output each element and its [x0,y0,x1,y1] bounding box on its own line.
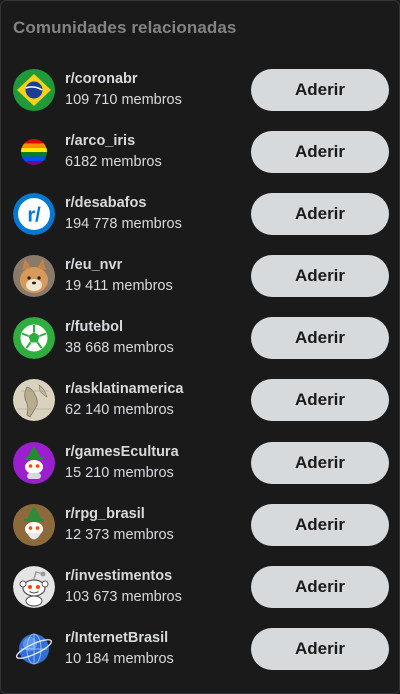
community-item[interactable]: r/gamesEcultura 15 210 membros Aderir [1,431,399,493]
old-map-icon[interactable] [13,379,55,422]
join-button[interactable]: Aderir [251,441,389,484]
community-name[interactable]: r/arco_iris [65,132,162,151]
member-count: 194 778 membros [65,216,182,233]
snoo-icon[interactable] [13,565,55,608]
member-count: 38 668 membros [65,340,174,357]
member-count: 109 710 membros [65,92,182,108]
community-item[interactable]: r/asklatinamerica 62 140 membros Aderir [1,368,399,430]
community-name[interactable]: r/gamesEcultura [65,443,179,462]
member-count: 10 184 membros [65,650,174,667]
shiba-dog-icon[interactable] [13,255,55,298]
community-item[interactable]: r/InternetBrasil 10 184 membros Aderir [1,617,399,679]
join-button[interactable]: Aderir [251,317,389,360]
join-button[interactable]: Aderir [251,565,389,608]
brazil-flag-icon[interactable] [13,69,55,111]
community-name[interactable]: r/investimentos [65,567,182,586]
community-name[interactable]: r/asklatinamerica [65,380,184,399]
join-button[interactable]: Aderir [251,379,389,422]
join-button[interactable]: Aderir [251,193,389,236]
community-item[interactable]: r/futebol 38 668 membros Aderir [1,306,399,368]
community-list: r/coronabr 109 710 membros Aderir r/arco… [1,58,399,679]
community-name[interactable]: r/InternetBrasil [65,629,174,648]
snoo-wizard-icon[interactable] [13,503,55,546]
community-name[interactable]: r/futebol [65,318,174,337]
join-button[interactable]: Aderir [251,627,389,670]
globe-icon[interactable] [13,627,55,670]
member-count: 6182 membros [65,154,162,171]
rainbow-flag-icon[interactable] [13,131,55,174]
svg-text:r/: r/ [27,205,41,227]
community-item[interactable]: r/eu_nvr 19 411 membros Aderir [1,244,399,306]
related-communities-widget: Comunidades relacionadas r/coronabr 109 … [0,0,400,694]
snoo-witch-icon[interactable] [13,441,55,484]
community-name[interactable]: r/desabafos [65,194,182,213]
join-button[interactable]: Aderir [251,131,389,174]
reddit-r-icon[interactable]: r/ [13,193,55,236]
member-count: 12 373 membros [65,526,174,543]
member-count: 62 140 membros [65,402,174,419]
member-count: 15 210 membros [65,464,174,481]
widget-title: Comunidades relacionadas [13,18,237,37]
join-button[interactable]: Aderir [251,69,389,111]
community-item[interactable]: r/investimentos 103 673 membros Aderir [1,555,399,617]
member-count: 103 673 membros [65,588,182,605]
community-item[interactable]: r/rpg_brasil 12 373 membros Aderir [1,493,399,555]
community-name[interactable]: r/eu_nvr [65,256,173,275]
community-item[interactable]: r/arco_iris 6182 membros Aderir [1,120,399,182]
join-button[interactable]: Aderir [251,255,389,298]
community-item[interactable]: r/ r/desabafos 194 778 membros Aderir [1,182,399,244]
member-count: 19 411 membros [65,278,173,295]
join-button[interactable]: Aderir [251,503,389,546]
soccer-ball-icon[interactable] [13,317,55,360]
community-item[interactable]: r/coronabr 109 710 membros Aderir [1,58,399,120]
community-name[interactable]: r/rpg_brasil [65,505,174,524]
community-name[interactable]: r/coronabr [65,70,182,89]
